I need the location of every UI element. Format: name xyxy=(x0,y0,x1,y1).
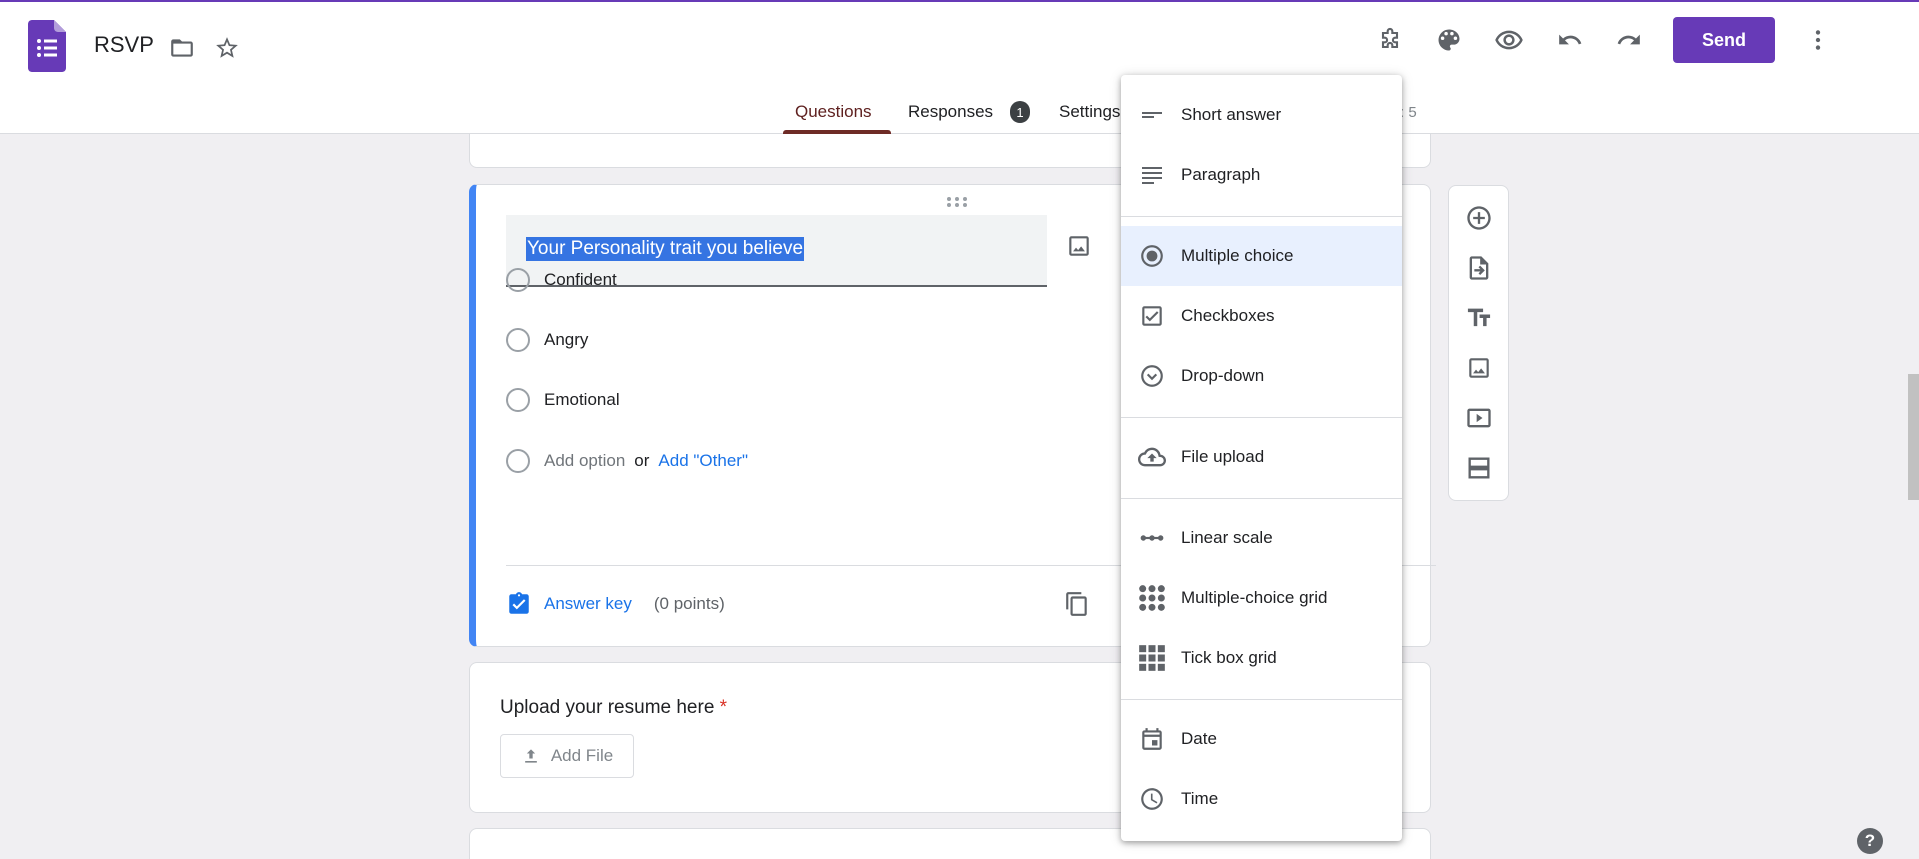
answer-key-button[interactable]: Answer key (0 points) xyxy=(506,591,725,617)
grid-squares-icon xyxy=(1137,643,1167,673)
menu-separator xyxy=(1121,498,1402,499)
add-file-label: Add File xyxy=(550,746,614,765)
required-mark: * xyxy=(719,697,728,718)
responses-count-badge: 1 xyxy=(1010,101,1030,123)
menu-item-tick-box-grid[interactable]: Tick box grid xyxy=(1121,628,1402,688)
add-option-row: Add option or Add "Other" xyxy=(506,446,748,476)
menu-item-date[interactable]: Date xyxy=(1121,709,1402,769)
radio-icon xyxy=(506,388,530,412)
menu-item-multiple-choice[interactable]: Multiple choice xyxy=(1121,226,1402,286)
help-icon[interactable]: ? xyxy=(1857,828,1883,854)
menu-separator xyxy=(1121,699,1402,700)
menu-item-label: Drop-down xyxy=(1181,366,1265,385)
star-icon[interactable] xyxy=(209,30,245,66)
add-image-icon[interactable] xyxy=(1066,233,1092,264)
points-label: (0 points) xyxy=(653,594,725,613)
question-type-menu[interactable]: Short answer Paragraph Multiple choice C… xyxy=(1121,75,1402,841)
menu-item-file-upload[interactable]: File upload xyxy=(1121,427,1402,487)
add-option-link[interactable]: Add option xyxy=(544,451,625,471)
menu-item-label: File upload xyxy=(1181,447,1265,466)
menu-item-checkboxes[interactable]: Checkboxes xyxy=(1121,286,1402,346)
radio-icon xyxy=(506,328,530,352)
upload-question-title: Upload your resume here * xyxy=(500,697,727,719)
menu-separator xyxy=(1121,216,1402,217)
upload-icon xyxy=(524,749,537,763)
send-button[interactable]: Send xyxy=(1673,17,1775,63)
addons-puzzle-icon[interactable] xyxy=(1372,22,1408,58)
question-title-text[interactable]: Your Personality trait you believe xyxy=(526,237,805,261)
menu-item-linear-scale[interactable]: Linear scale xyxy=(1121,508,1402,568)
grid-dots-icon xyxy=(1137,583,1167,613)
answer-key-label[interactable]: Answer key xyxy=(544,594,632,614)
menu-item-label: Paragraph xyxy=(1181,165,1261,184)
menu-item-label: Tick box grid xyxy=(1181,648,1277,667)
upload-question-title-text: Upload your resume here xyxy=(500,697,715,718)
menu-item-paragraph[interactable]: Paragraph xyxy=(1121,145,1402,205)
redo-icon[interactable] xyxy=(1611,22,1647,58)
menu-item-label: Checkboxes xyxy=(1181,306,1275,325)
option-row[interactable]: Confident xyxy=(506,265,617,295)
menu-item-label: Multiple choice xyxy=(1181,246,1294,265)
menu-separator xyxy=(1121,417,1402,418)
add-file-button[interactable]: Add File xyxy=(500,734,634,778)
calendar-icon xyxy=(1137,724,1167,754)
clock-icon xyxy=(1137,784,1167,814)
tab-questions[interactable]: Questions xyxy=(795,102,872,122)
floating-toolbar xyxy=(1448,185,1509,501)
add-question-icon[interactable] xyxy=(1462,201,1496,235)
or-text: or xyxy=(634,451,650,470)
menu-item-label: Short answer xyxy=(1181,105,1282,124)
short-answer-icon xyxy=(1137,100,1167,130)
document-title[interactable]: RSVP xyxy=(94,32,154,58)
option-row[interactable]: Emotional xyxy=(506,385,620,415)
undo-icon[interactable] xyxy=(1552,22,1588,58)
dropdown-icon xyxy=(1137,361,1167,391)
radio-icon xyxy=(506,268,530,292)
radio-icon xyxy=(506,449,530,473)
menu-item-label: Date xyxy=(1181,729,1217,748)
menu-item-dropdown[interactable]: Drop-down xyxy=(1121,346,1402,406)
tab-responses[interactable]: Responses xyxy=(908,102,993,122)
palette-icon[interactable] xyxy=(1431,22,1467,58)
paragraph-icon xyxy=(1137,160,1167,190)
tab-settings[interactable]: Settings xyxy=(1059,102,1120,122)
add-section-icon[interactable] xyxy=(1462,451,1496,485)
active-tab-indicator xyxy=(783,130,891,134)
move-folder-icon[interactable] xyxy=(164,30,200,66)
menu-item-label: Time xyxy=(1181,789,1219,808)
forms-logo-icon[interactable] xyxy=(28,20,66,72)
radio-checked-icon xyxy=(1137,241,1167,271)
preview-eye-icon[interactable] xyxy=(1491,22,1527,58)
option-label[interactable]: Confident xyxy=(544,270,617,290)
menu-item-label: Linear scale xyxy=(1181,528,1273,547)
answer-key-icon xyxy=(509,592,529,614)
menu-item-time[interactable]: Time xyxy=(1121,769,1402,829)
checkbox-icon xyxy=(1137,301,1167,331)
option-label[interactable]: Angry xyxy=(544,330,588,350)
add-title-icon[interactable] xyxy=(1462,301,1496,335)
add-other-link[interactable]: Add "Other" xyxy=(658,451,748,471)
cloud-upload-icon xyxy=(1137,442,1167,472)
menu-item-label: Multiple-choice grid xyxy=(1181,588,1328,607)
menu-item-short-answer[interactable]: Short answer xyxy=(1121,85,1402,145)
option-row[interactable]: Angry xyxy=(506,325,588,355)
add-video-icon[interactable] xyxy=(1462,401,1496,435)
duplicate-icon[interactable] xyxy=(1064,591,1090,622)
import-questions-icon[interactable] xyxy=(1462,251,1496,285)
page-scrollbar[interactable] xyxy=(1908,374,1919,500)
app-header: RSVP Send Questions Responses 1 Settings… xyxy=(0,2,1919,134)
more-options-icon[interactable] xyxy=(1800,22,1836,58)
linear-scale-icon xyxy=(1137,523,1167,553)
menu-item-multiple-choice-grid[interactable]: Multiple-choice grid xyxy=(1121,568,1402,628)
add-image-icon[interactable] xyxy=(1462,351,1496,385)
option-label[interactable]: Emotional xyxy=(544,390,620,410)
drag-handle-icon[interactable] xyxy=(946,195,968,213)
